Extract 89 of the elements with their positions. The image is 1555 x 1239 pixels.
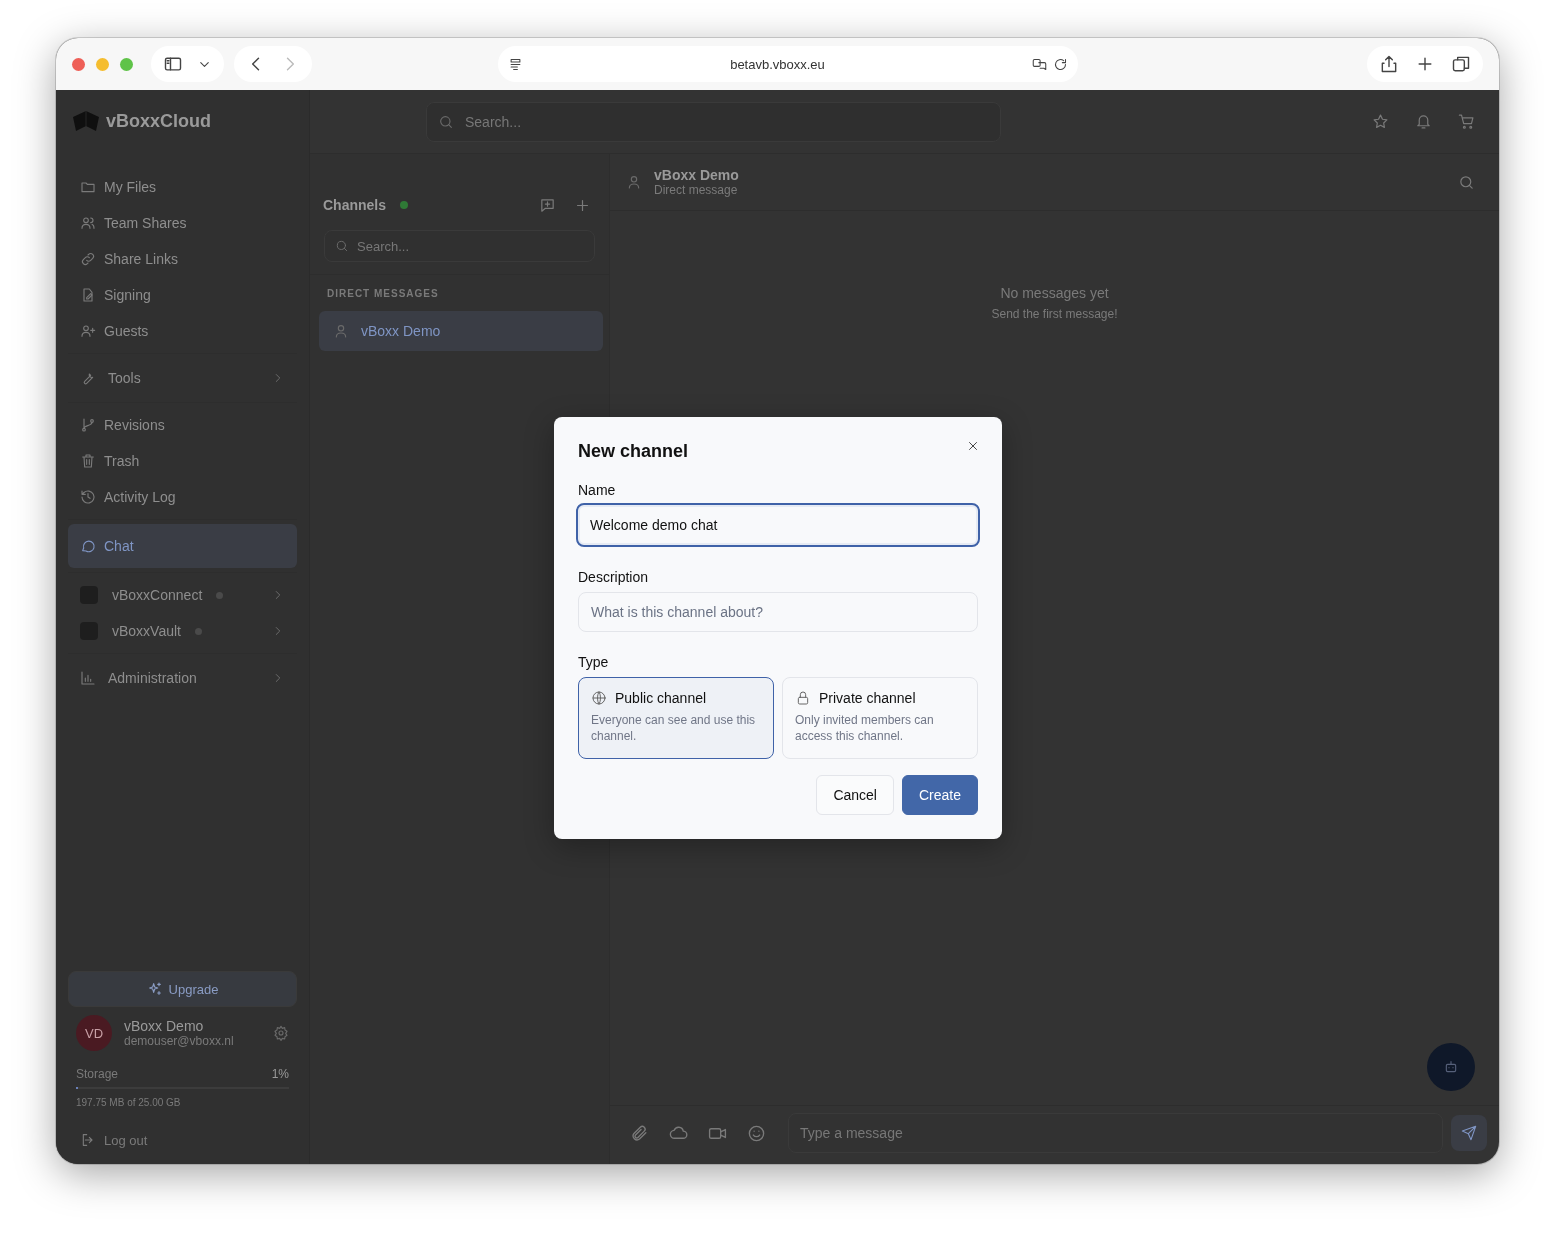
user-avatar: VD [76, 1015, 112, 1051]
translate-icon[interactable] [1032, 56, 1047, 72]
field-label: Name [578, 482, 617, 498]
close-icon[interactable] [966, 439, 980, 453]
smiley-icon[interactable] [747, 1123, 766, 1143]
sidebar-item[interactable]: Revisions [68, 407, 297, 443]
person-icon [626, 174, 642, 190]
create-button[interactable]: Create [901, 775, 978, 815]
dialog-title: New channel [578, 441, 689, 462]
sidebar-item[interactable]: vBoxxVault [68, 613, 297, 649]
trash-icon [80, 453, 96, 469]
robot-icon [1443, 1059, 1459, 1075]
empty-subtitle: Send the first message! [990, 307, 1119, 321]
url-text: betavb.vboxx.eu [729, 56, 826, 72]
option-description: Everyone can see and use this channel. [591, 712, 757, 744]
chat-subtitle: Direct message [654, 183, 739, 197]
zoom-window-button[interactable] [120, 57, 133, 71]
sidebar-item[interactable]: Chat [68, 524, 297, 568]
address-bar[interactable]: betavb.vboxx.eu [498, 46, 1078, 82]
storage-label: Storage [76, 1067, 119, 1081]
app-logo-text: vBoxxCloud [106, 111, 211, 132]
sidebar-item[interactable]: Tools [68, 358, 297, 398]
send-icon [1461, 1125, 1477, 1141]
user-plus-icon [80, 323, 96, 339]
history-icon [80, 489, 96, 505]
name-field[interactable]: Welcome demo chat [576, 503, 980, 547]
option-description: Only invited members can access this channel. [795, 712, 935, 744]
storage-percent: 1% [271, 1067, 289, 1081]
lock-icon [795, 690, 811, 706]
sidebar-item[interactable]: Share Links [68, 241, 297, 277]
sparkle-icon [146, 981, 163, 997]
folder-icon [80, 179, 96, 195]
description-field[interactable]: What is this channel about? [578, 592, 978, 632]
cancel-button[interactable]: Cancel [816, 775, 894, 815]
option-title: Public channel [615, 690, 707, 706]
search-icon[interactable] [1458, 173, 1475, 191]
page-icon[interactable] [508, 56, 523, 72]
globe-icon [591, 690, 607, 706]
bar-chart-icon [80, 670, 96, 686]
users-icon [80, 215, 96, 231]
channel-search-field[interactable]: Search... [324, 230, 595, 262]
empty-title: No messages yet [999, 285, 1110, 301]
paperclip-icon[interactable] [630, 1123, 649, 1143]
channel-type-option[interactable]: Public channel Everyone can see and use this channel. [578, 677, 774, 759]
section-heading: DIRECT MESSAGES [326, 287, 440, 301]
speech-bubble-icon [80, 538, 96, 554]
send-button[interactable] [1451, 1115, 1487, 1151]
channel-type-option[interactable]: Private channel Only invited members can access this channel. [782, 677, 978, 759]
upgrade-button[interactable]: Upgrade [68, 971, 297, 1007]
user-name: vBoxx Demo [124, 1018, 205, 1034]
reload-icon[interactable] [1053, 56, 1068, 72]
search-icon [438, 113, 454, 130]
document-pen-icon [80, 287, 96, 303]
cube-logo-icon [72, 109, 100, 134]
branch-icon [80, 417, 96, 433]
star-icon[interactable] [1372, 113, 1389, 130]
sidebar-item[interactable]: Activity Log [68, 479, 297, 515]
link-icon [80, 251, 96, 267]
sidebar-item[interactable]: Trash [68, 443, 297, 479]
bell-icon[interactable] [1415, 113, 1432, 130]
close-window-button[interactable] [72, 57, 85, 71]
sidebar-item[interactable]: Guests [68, 313, 297, 349]
sidebar-item[interactable]: Administration [68, 658, 297, 698]
logout-link[interactable]: Log out [68, 1114, 297, 1148]
chat-name: vBoxx Demo [654, 167, 739, 183]
user-email: demouser@vboxx.nl [124, 1034, 235, 1048]
sidebar-item[interactable]: Team Shares [68, 205, 297, 241]
search-icon [335, 239, 349, 253]
minimize-window-button[interactable] [96, 57, 109, 71]
person-icon [333, 323, 349, 339]
sidebar-item[interactable]: vBoxxConnect [68, 577, 297, 613]
channels-title: Channels [323, 197, 386, 213]
sidebar-item[interactable]: My Files [68, 169, 297, 205]
option-title: Private channel [819, 690, 916, 706]
new-message-icon[interactable] [539, 196, 556, 214]
sidebar-item[interactable]: Signing [68, 277, 297, 313]
sidebar-icon[interactable] [163, 54, 183, 74]
cart-icon[interactable] [1458, 113, 1475, 130]
share-icon[interactable] [1379, 54, 1399, 74]
settings-icon[interactable] [273, 1025, 289, 1041]
direct-message-item[interactable]: vBoxx Demo [319, 311, 603, 351]
field-label: Description [578, 569, 650, 585]
status-dot [195, 627, 202, 635]
tabs-overview-icon[interactable] [1451, 54, 1471, 74]
message-field[interactable]: Type a message [788, 1113, 1443, 1153]
search-field[interactable]: Search... [426, 101, 1001, 142]
field-label: Type [578, 654, 610, 670]
status-dot [216, 591, 224, 599]
storage-detail: 197.75 MB of 25.00 GB [76, 1097, 182, 1108]
